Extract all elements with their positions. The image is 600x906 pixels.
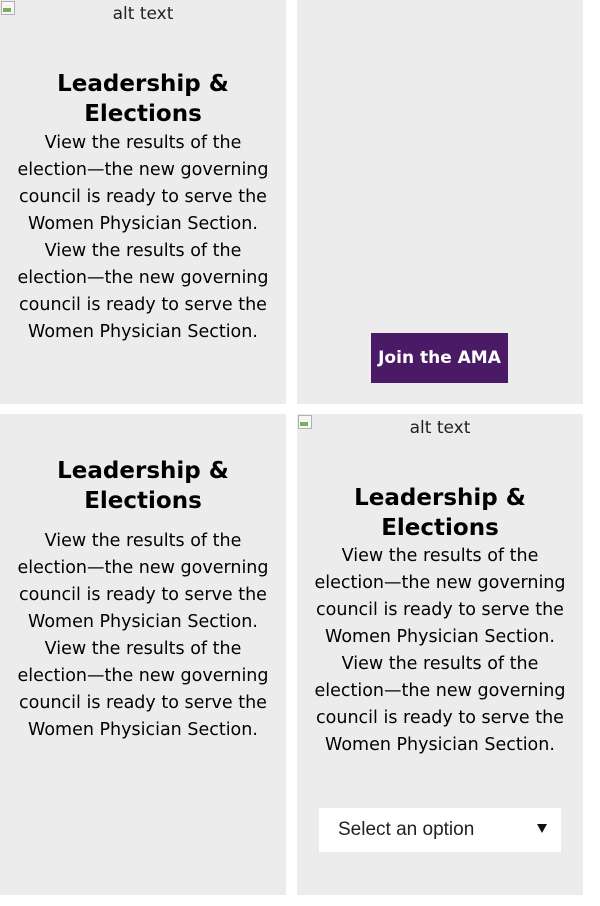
select-value: Select an option [338,819,475,840]
card-body: View the results of the election—the new… [314,546,566,755]
card-leadership-elections-2: Leadership & Elections View the results … [0,414,286,895]
card-title: Leadership & Elections [57,71,229,127]
option-select[interactable]: Select an option [319,808,561,852]
card-title: Leadership & Elections [57,458,229,514]
image-alt-text: alt text [112,4,174,24]
card-body: View the results of the election—the new… [17,133,269,342]
join-the-ama-button[interactable]: Join the AMA [371,333,508,383]
card-join: Join the AMA [297,0,583,404]
card-title: Leadership & Elections [354,485,526,541]
card-body: View the results of the election—the new… [17,531,269,740]
image-alt-text: alt text [409,418,471,438]
chevron-down-icon [537,824,547,833]
card-leadership-elections-1: alt text Leadership & Elections View the… [0,0,286,404]
card-leadership-elections-3: alt text Leadership & Elections View the… [297,414,583,895]
